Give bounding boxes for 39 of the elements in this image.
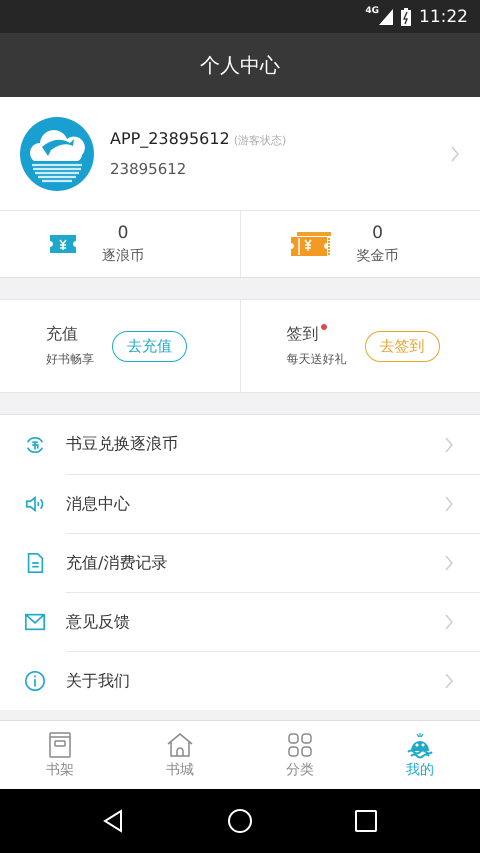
house-icon [166, 731, 194, 759]
chevron-right-icon [444, 672, 454, 690]
coin-label: 奖金币 [356, 247, 398, 265]
action-title: 充值 [46, 324, 78, 345]
action-title: 签到 [286, 324, 318, 345]
username: APP_23895612 [110, 129, 230, 148]
user-id: 23895612 [110, 160, 188, 178]
chevron-right-icon [444, 495, 454, 513]
guest-status: (游客状态) [234, 133, 286, 148]
recents-icon[interactable] [353, 808, 379, 834]
chevron-right-icon [450, 144, 460, 162]
menu-item[interactable]: 意见反馈 [0, 592, 480, 651]
battery-icon [401, 8, 411, 26]
tickets-icon [288, 230, 332, 258]
signal-icon [379, 8, 393, 24]
grid-icon [286, 731, 314, 759]
ticket-icon [48, 232, 78, 256]
profile-card[interactable]: APP_23895612 (游客状态) 23895612 [0, 97, 480, 211]
info-icon [24, 670, 46, 692]
chevron-right-icon [444, 436, 454, 454]
tab[interactable]: 分类 [240, 721, 360, 789]
coin-label: 逐浪币 [102, 247, 144, 265]
network-type: 4G [365, 6, 379, 16]
coin-count: 0 [372, 223, 383, 243]
menu-item[interactable]: 消息中心 [0, 474, 480, 533]
coin-count: 0 [118, 223, 128, 243]
chevron-right-icon [444, 554, 454, 572]
menu-item[interactable]: 关于我们 [0, 651, 480, 710]
home-icon[interactable] [227, 808, 253, 834]
action-subtitle: 每天送好礼 [286, 351, 346, 368]
action-subtitle: 好书畅享 [46, 351, 94, 368]
menu-item[interactable]: 充值/消费记录 [0, 533, 480, 592]
clock-time: 11:22 [419, 6, 468, 26]
page-title: 个人中心 [200, 52, 280, 78]
whale-mascot-icon [406, 731, 434, 759]
chevron-right-icon [444, 613, 454, 631]
tab[interactable]: 书城 [120, 721, 240, 789]
menu-item[interactable]: 书豆兑换逐浪币 [0, 415, 480, 474]
tab[interactable]: 书架 [0, 721, 120, 789]
